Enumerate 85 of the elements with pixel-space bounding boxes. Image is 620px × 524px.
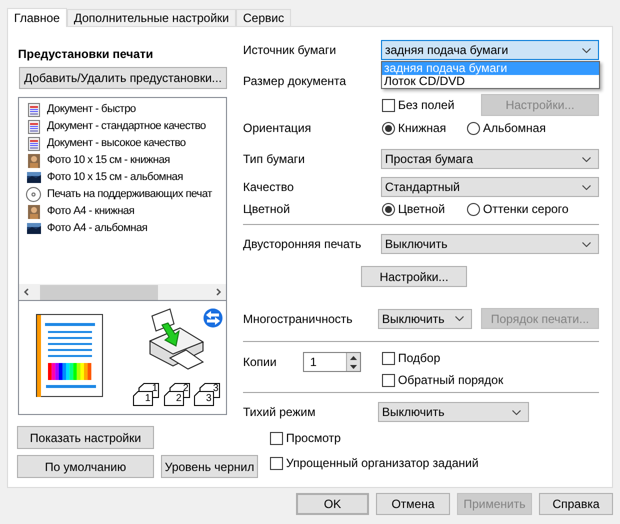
disc-icon	[26, 187, 41, 202]
section-title: Предустановки печати	[18, 46, 154, 61]
page-number: 3	[206, 393, 212, 405]
document-icon	[28, 102, 40, 116]
landscape-photo-icon	[26, 223, 40, 234]
chevron-down-icon	[582, 48, 591, 52]
field-label: Тип бумаги	[243, 151, 306, 168]
checkbox-label[interactable]: Без полей	[398, 96, 454, 114]
dropdown-option[interactable]: Лоток CD/DVD	[382, 75, 599, 88]
field-label: Многостраничность	[243, 310, 354, 328]
radio-label[interactable]: Цветной	[398, 200, 445, 218]
checkbox[interactable]	[382, 352, 395, 364]
chevron-down-icon	[582, 242, 591, 246]
checkbox-label[interactable]: Просмотр	[286, 429, 341, 447]
stacked-pages-icon	[164, 383, 190, 406]
radio-button[interactable]	[382, 202, 395, 216]
field-label: Двусторонняя печать	[243, 236, 362, 253]
copies-value[interactable]: 1	[304, 353, 346, 371]
horizontal-scrollbar[interactable]	[19, 284, 226, 300]
tab[interactable]: Главное	[7, 8, 67, 27]
page-number: 3	[213, 383, 219, 395]
field-label: Источник бумаги	[243, 42, 338, 59]
checkbox[interactable]	[270, 456, 283, 470]
duplex-settings-button[interactable]: Настройки...	[361, 266, 467, 287]
document-icon	[28, 120, 40, 134]
add-remove-presets-button[interactable]: Добавить/Удалить предустановки...	[19, 67, 227, 89]
chevron-down-icon	[455, 316, 464, 321]
stacked-pages-icon	[194, 383, 220, 406]
dialog-button[interactable]: Отмена	[376, 493, 450, 515]
show-settings-button[interactable]: Показать настройки	[17, 426, 154, 449]
photo-icon	[28, 204, 40, 218]
page-number: 2	[183, 383, 189, 395]
preset-item[interactable]: Документ - быстро	[47, 101, 136, 118]
page-number: 1	[152, 383, 158, 395]
radio-label[interactable]: Альбомная	[483, 119, 546, 137]
preset-item[interactable]: Фото А4 - книжная	[47, 203, 134, 220]
field-label: Копии	[243, 354, 278, 371]
quality-dropdown[interactable]: Стандартный	[381, 177, 599, 197]
preset-item[interactable]: Печать на поддерживающих печат	[47, 186, 212, 203]
preset-item[interactable]: Фото А4 - альбомная	[47, 220, 148, 237]
field-label: Тихий режим	[243, 404, 316, 421]
swap-arrows-icon	[203, 308, 223, 328]
preset-item[interactable]: Документ - высокое качество	[47, 135, 186, 152]
multipage-dropdown[interactable]: Выключить	[378, 308, 472, 328]
dialog-button[interactable]: OK	[296, 493, 369, 515]
landscape-photo-icon	[26, 172, 40, 183]
field-label: Ориентация	[243, 120, 312, 137]
quiet-mode-dropdown[interactable]: Выключить	[378, 402, 529, 422]
radio-label[interactable]: Книжная	[398, 119, 446, 137]
preset-item[interactable]: Фото 10 x 15 см - альбомная	[47, 169, 183, 186]
checkbox[interactable]	[270, 432, 283, 444]
stacked-pages-icon	[133, 383, 159, 406]
chevron-down-icon	[582, 184, 591, 190]
chevron-down-icon	[512, 410, 521, 414]
paper-type-dropdown[interactable]: Простая бумага	[381, 149, 599, 169]
ink-levels-button[interactable]: Уровень чернил	[161, 455, 258, 478]
scrollbar-thumb[interactable]	[40, 284, 158, 300]
checkbox[interactable]	[382, 374, 395, 386]
radio-label[interactable]: Оттенки серого	[483, 200, 569, 218]
spin-arrows-icon[interactable]	[346, 353, 360, 371]
page-number: 1	[145, 393, 151, 405]
photo-icon	[28, 154, 40, 168]
field-label: Качество	[243, 179, 295, 196]
preset-item[interactable]: Фото 10 x 15 см - книжная	[47, 152, 170, 169]
tab[interactable]: Сервис	[236, 9, 292, 26]
dialog-button[interactable]: Справка	[539, 493, 613, 515]
checkbox-label[interactable]: Упрощенный организатор заданий	[286, 454, 479, 472]
duplex-dropdown[interactable]: Выключить	[381, 234, 599, 254]
copies-spinner[interactable]: 1	[303, 352, 361, 372]
field-label: Размер документа	[243, 73, 348, 90]
preset-item[interactable]: Документ - стандартное качество	[47, 118, 206, 135]
tab[interactable]: Дополнительные настройки	[66, 9, 236, 26]
checkbox-label[interactable]: Обратный порядок	[398, 371, 504, 389]
defaults-button[interactable]: По умолчанию	[17, 455, 154, 478]
checkbox[interactable]	[382, 98, 395, 112]
radio-button[interactable]	[382, 122, 395, 134]
printer-drawing	[148, 306, 206, 370]
page-number: 2	[176, 393, 182, 405]
radio-button[interactable]	[467, 202, 480, 216]
field-label: Цветной	[243, 201, 291, 218]
radio-button[interactable]	[467, 122, 480, 134]
paper-source-dropdown[interactable]: задняя подача бумаги	[381, 40, 599, 60]
checkbox-label[interactable]: Подбор	[398, 349, 440, 367]
document-icon	[28, 136, 40, 150]
chevron-down-icon	[582, 156, 591, 162]
